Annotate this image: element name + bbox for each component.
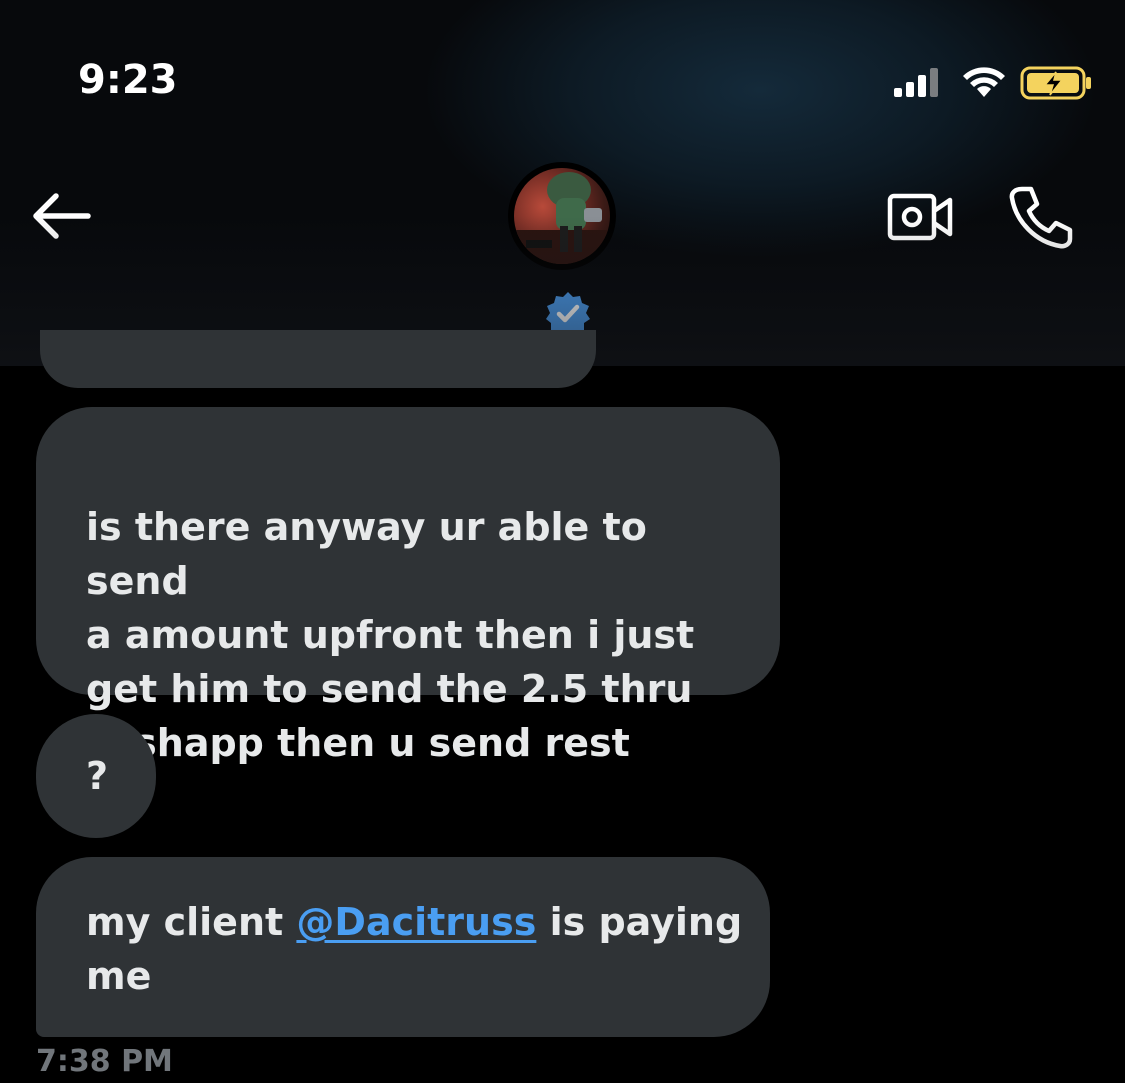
message-text-before: my client [86, 900, 297, 944]
signal-icon [894, 68, 938, 97]
conversation-header: 9:23 [0, 0, 1125, 366]
battery-charging-icon [1020, 66, 1091, 100]
message-text: is there anyway ur able to send a amount… [86, 505, 695, 765]
video-call-button[interactable] [886, 190, 954, 244]
message-text: ? [86, 754, 109, 798]
message-bubble[interactable]: my client @Dacitruss is paying me [36, 857, 770, 1037]
mention-link[interactable]: @Dacitruss [296, 900, 536, 944]
phone-call-button[interactable] [1006, 184, 1076, 250]
message-bubble-partial [40, 330, 596, 388]
wifi-icon [963, 67, 1005, 97]
back-button[interactable] [30, 188, 94, 244]
avatar-image-icon [514, 172, 610, 264]
avatar[interactable] [508, 162, 616, 270]
message-bubble[interactable]: is there anyway ur able to send a amount… [36, 407, 780, 765]
message-bubble[interactable]: ? [36, 714, 156, 838]
status-bar-time: 9:23 [78, 57, 178, 103]
avatar-photo [514, 168, 610, 264]
message-timestamp: 7:38 PM [36, 1044, 173, 1079]
